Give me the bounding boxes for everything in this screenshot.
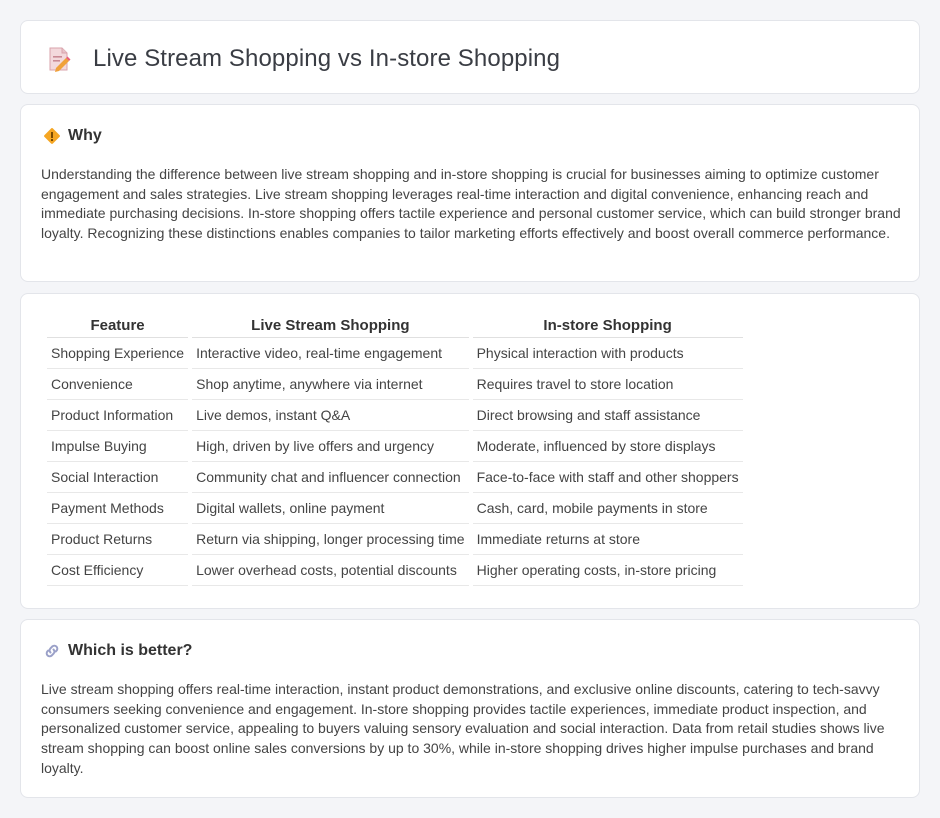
table-row: Payment Methods Digital wallets, online … <box>47 493 743 524</box>
comparison-section: Feature Live Stream Shopping In-store Sh… <box>20 293 920 609</box>
feature-cell: Convenience <box>47 369 189 400</box>
live-stream-cell: Digital wallets, online payment <box>192 493 469 524</box>
in-store-cell: Moderate, influenced by store displays <box>472 431 743 462</box>
feature-cell: Cost Efficiency <box>47 555 189 586</box>
in-store-cell: Immediate returns at store <box>472 524 743 555</box>
link-icon <box>45 644 59 658</box>
table-row: Product Information Live demos, instant … <box>47 400 743 431</box>
feature-cell: Impulse Buying <box>47 431 189 462</box>
document-pencil-icon <box>49 47 71 72</box>
why-title: Why <box>68 127 102 144</box>
which-is-better-section: Which is better? Live stream shopping of… <box>20 619 920 798</box>
live-stream-cell: Shop anytime, anywhere via internet <box>192 369 469 400</box>
in-store-cell: Cash, card, mobile payments in store <box>472 493 743 524</box>
feature-cell: Product Information <box>47 400 189 431</box>
live-stream-cell: Live demos, instant Q&A <box>192 400 469 431</box>
table-row: Product Returns Return via shipping, lon… <box>47 524 743 555</box>
feature-cell: Social Interaction <box>47 462 189 493</box>
live-stream-cell: Return via shipping, longer processing t… <box>192 524 469 555</box>
better-title: Which is better? <box>68 642 193 659</box>
in-store-cell: Direct browsing and staff assistance <box>472 400 743 431</box>
better-heading-row: Which is better? <box>43 642 192 660</box>
diamond-sign-icon <box>44 128 60 144</box>
live-stream-cell: Community chat and influencer connection <box>192 462 469 493</box>
table-row: Cost Efficiency Lower overhead costs, po… <box>47 555 743 586</box>
why-section: Why Understanding the difference between… <box>20 104 920 282</box>
better-paragraph: Live stream shopping offers real-time in… <box>41 681 885 776</box>
feature-cell: Shopping Experience <box>47 338 189 369</box>
header-card: Live Stream Shopping vs In-store Shoppin… <box>20 20 920 94</box>
title-row: Live Stream Shopping vs In-store Shoppin… <box>47 45 560 73</box>
table-row: Shopping Experience Interactive video, r… <box>47 338 743 369</box>
live-stream-cell: Lower overhead costs, potential discount… <box>192 555 469 586</box>
live-stream-cell: High, driven by live offers and urgency <box>192 431 469 462</box>
header-live-stream: Live Stream Shopping <box>192 315 469 338</box>
table-row: Convenience Shop anytime, anywhere via i… <box>47 369 743 400</box>
header-feature: Feature <box>47 315 189 338</box>
in-store-cell: Higher operating costs, in-store pricing <box>472 555 743 586</box>
feature-cell: Payment Methods <box>47 493 189 524</box>
table-header-row: Feature Live Stream Shopping In-store Sh… <box>47 315 743 338</box>
in-store-cell: Requires travel to store location <box>472 369 743 400</box>
header-in-store: In-store Shopping <box>472 315 743 338</box>
comparison-table: Feature Live Stream Shopping In-store Sh… <box>43 315 747 586</box>
live-stream-cell: Interactive video, real-time engagement <box>192 338 469 369</box>
why-heading-row: Why <box>43 127 102 145</box>
feature-cell: Product Returns <box>47 524 189 555</box>
table-row: Social Interaction Community chat and in… <box>47 462 743 493</box>
why-paragraph: Understanding the difference between liv… <box>41 166 901 242</box>
in-store-cell: Face-to-face with staff and other shoppe… <box>472 462 743 493</box>
table-row: Impulse Buying High, driven by live offe… <box>47 431 743 462</box>
page-title: Live Stream Shopping vs In-store Shoppin… <box>93 45 561 72</box>
in-store-cell: Physical interaction with products <box>472 338 743 369</box>
